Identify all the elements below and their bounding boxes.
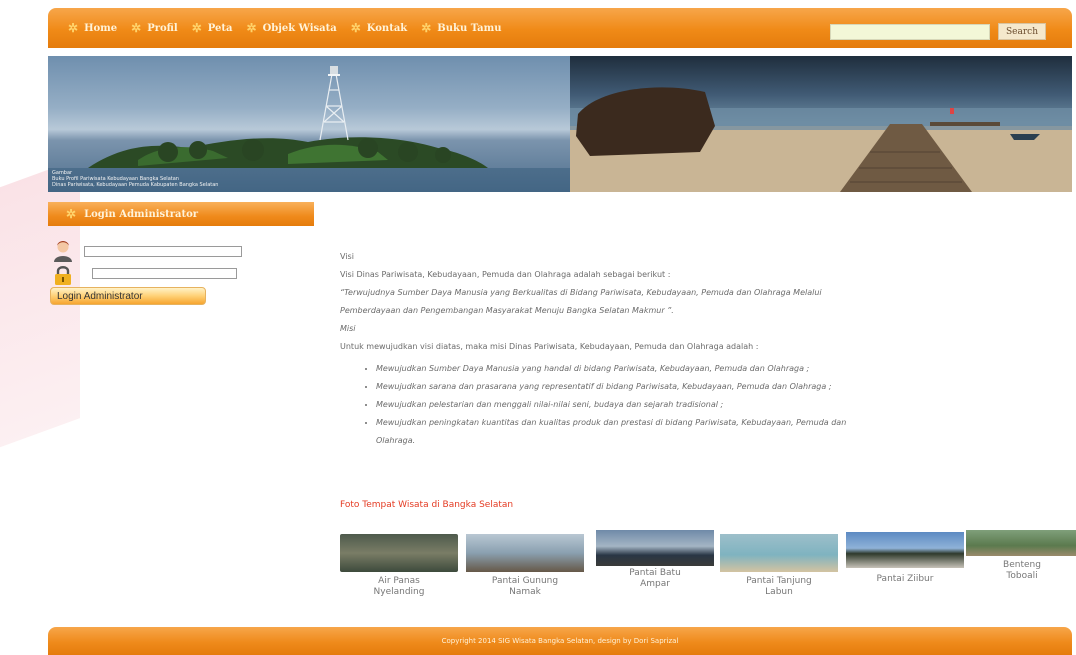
header-banner: Gambar Buku Profil Pariwisata Kebudayaan… (48, 56, 1072, 192)
gallery-caption[interactable]: Pantai Batu Ampar (596, 568, 714, 590)
misi-intro: Untuk mewujudkan visi diatas, maka misi … (340, 342, 759, 351)
gallery-caption[interactable]: Pantai Tanjung Labun (720, 576, 838, 598)
nav-profil[interactable]: ✲ Profil (131, 21, 178, 35)
star-icon: ✲ (66, 207, 77, 221)
mission-list: Mewujudkan Sumber Daya Manusia yang hand… (340, 360, 1076, 450)
nav-profil-label: Profil (147, 22, 178, 34)
mission-text: Mewujudkan sarana dan prasarana yang rep… (376, 382, 832, 391)
login-panel-title: Login Administrator (84, 208, 199, 220)
login-panel-header: ✲ Login Administrator (48, 202, 314, 226)
visi-quote-line: “Terwujudnya Sumber Daya Manusia yang Be… (340, 288, 822, 297)
gallery-item-pantai-tanjung-labun[interactable]: Pantai Tanjung Labun (720, 530, 838, 600)
password-field[interactable] (92, 268, 237, 279)
mission-item: Mewujudkan Sumber Daya Manusia yang hand… (376, 360, 1076, 378)
banner-caption: Gambar Buku Profil Pariwisata Kebudayaan… (52, 170, 218, 188)
nav-home[interactable]: ✲ Home (68, 21, 117, 35)
caption-line: Nyelanding (373, 587, 425, 597)
nav-buku-tamu[interactable]: ✲ Buku Tamu (421, 21, 501, 35)
nav-objek-wisata[interactable]: ✲ Objek Wisata (247, 21, 337, 35)
caption-line: Pantai Gunung (491, 576, 559, 586)
gallery-caption[interactable]: Air Panas Nyelanding (340, 576, 458, 598)
misi-heading: Misi (340, 324, 356, 333)
mission-text: Mewujudkan pelestarian dan menggali nila… (376, 400, 724, 409)
mission-item: Mewujudkan peningkatan kuantitas dan kua… (376, 414, 1076, 450)
nav-kontak-label: Kontak (366, 22, 408, 34)
mission-item: Mewujudkan pelestarian dan menggali nila… (376, 396, 1076, 414)
caption-line: Namak (509, 587, 541, 597)
search-input[interactable] (830, 24, 990, 40)
caption-line: Toboali (1006, 571, 1038, 581)
star-icon: ✲ (131, 21, 142, 35)
caption-line: Ampar (640, 579, 670, 589)
gallery-photo[interactable] (720, 534, 838, 572)
caption-line: Air Panas (378, 576, 420, 586)
nav-peta[interactable]: ✲ Peta (192, 21, 233, 35)
caption-line: Benteng (1003, 560, 1041, 570)
gallery-item-pantai-ziibur[interactable]: Pantai Ziibur (846, 530, 964, 600)
gallery-item-air-panas[interactable]: Air Panas Nyelanding (340, 530, 458, 600)
gallery-caption[interactable]: Benteng Toboali (966, 560, 1076, 582)
gallery-caption[interactable]: Pantai Gunung Namak (466, 576, 584, 598)
gallery-photo[interactable] (466, 534, 584, 572)
visi-intro: Visi Dinas Pariwisata, Kebudayaan, Pemud… (340, 270, 671, 279)
main-content: Visi Visi Dinas Pariwisata, Kebudayaan, … (340, 248, 1076, 450)
lock-icon (55, 266, 71, 285)
username-field[interactable] (84, 246, 242, 257)
star-icon: ✲ (246, 21, 257, 35)
visi-heading: Visi (340, 252, 354, 261)
gallery-item-pantai-batu-ampar[interactable]: Pantai Batu Ampar (596, 530, 714, 600)
main-menu: ✲ Home ✲ Profil ✲ Peta ✲ Objek Wisata ✲ Konta… (68, 8, 502, 48)
banner-pier-image (570, 56, 1072, 192)
nav-kontak[interactable]: ✲ Kontak (351, 21, 408, 35)
nav-buku-tamu-label: Buku Tamu (437, 22, 502, 34)
pier-beach-illustration (570, 87, 1072, 192)
gallery-photo[interactable] (966, 530, 1076, 556)
footer-copyright: Copyright 2014 SIG Wisata Bangka Selatan… (441, 637, 679, 645)
banner-caption-line: Dinas Pariwisata, Kebudayaan Pemuda Kabu… (52, 182, 219, 188)
top-navigation-bar: ✲ Home ✲ Profil ✲ Peta ✲ Objek Wisata ✲ Konta… (48, 8, 1072, 48)
user-icon (54, 241, 72, 262)
caption-line: Pantai Ziibur (876, 574, 934, 584)
mission-text-continued: Olahraga. (376, 436, 416, 445)
mission-item: Mewujudkan sarana dan prasarana yang rep… (376, 378, 1076, 396)
gallery-title: Foto Tempat Wisata di Bangka Selatan (340, 500, 514, 510)
gallery-photo[interactable] (846, 532, 964, 568)
tourism-photo-gallery: Air Panas Nyelanding Pantai Gunung Namak P… (340, 530, 1076, 602)
gallery-photo[interactable] (596, 530, 714, 566)
footer: Copyright 2014 SIG Wisata Bangka Selatan… (48, 627, 1072, 655)
visi-quote-line: Pemberdayaan dan Pengembangan Masyarakat… (340, 306, 674, 315)
mission-text: Mewujudkan peningkatan kuantitas dan kua… (376, 418, 847, 427)
login-administrator-button[interactable]: Login Administrator (50, 287, 206, 305)
caption-line: Pantai Tanjung (746, 576, 812, 586)
mission-text: Mewujudkan Sumber Daya Manusia yang hand… (376, 364, 810, 373)
star-icon: ✲ (350, 21, 361, 35)
gallery-photo[interactable] (340, 534, 458, 572)
gallery-item-pantai-gunung-namak[interactable]: Pantai Gunung Namak (466, 530, 584, 600)
nav-objek-wisata-label: Objek Wisata (262, 22, 337, 34)
gallery-item-benteng-toboali[interactable]: Benteng Toboali (966, 530, 1076, 600)
nav-peta-label: Peta (207, 22, 233, 34)
search-button[interactable]: Search (998, 23, 1046, 40)
gallery-caption[interactable]: Pantai Ziibur (846, 574, 964, 585)
star-icon: ✲ (421, 21, 432, 35)
nav-home-label: Home (84, 22, 118, 34)
star-icon: ✲ (191, 21, 202, 35)
caption-line: Pantai Batu (629, 568, 681, 578)
banner-lighthouse-image: Gambar Buku Profil Pariwisata Kebudayaan… (48, 56, 570, 192)
star-icon: ✲ (68, 21, 79, 35)
caption-line: Labun (765, 587, 793, 597)
